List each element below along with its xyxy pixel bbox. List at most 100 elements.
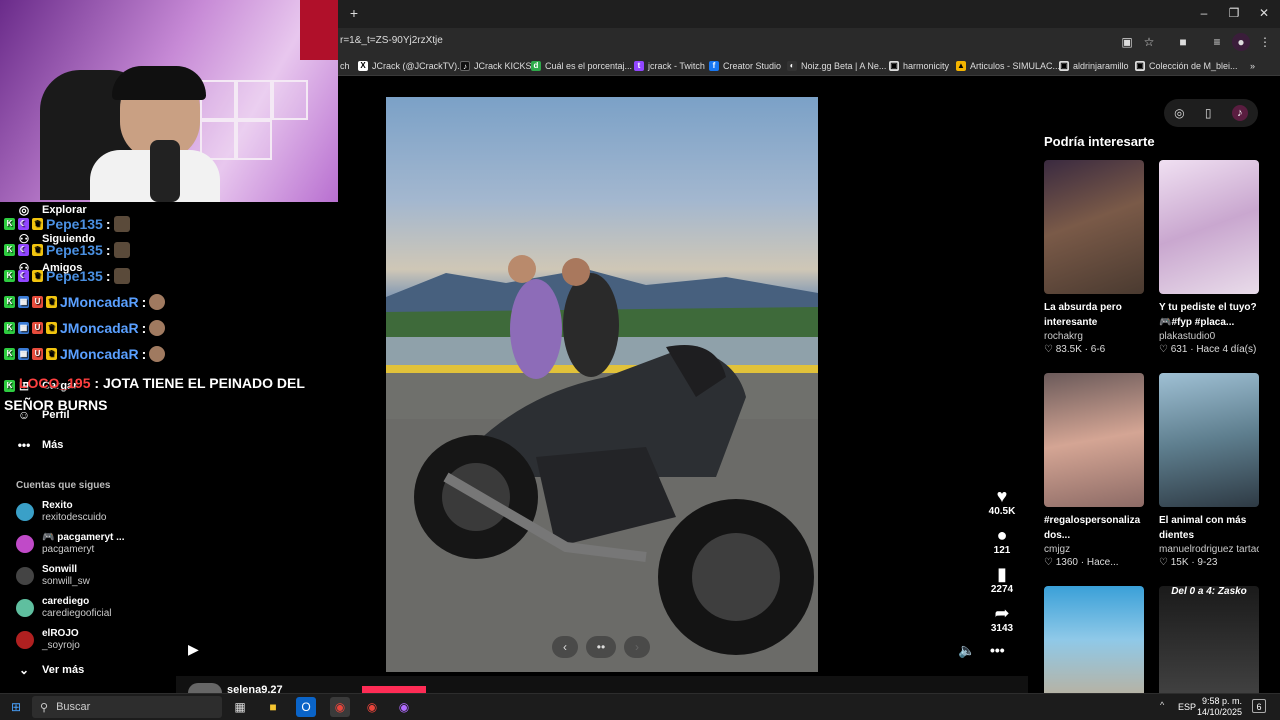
new-tab-button[interactable]: + xyxy=(346,5,362,21)
extensions-icon[interactable]: ■ xyxy=(1174,33,1192,51)
more-icon: ••• xyxy=(17,438,31,452)
notification-icon[interactable]: 6 xyxy=(1252,699,1266,713)
bookmark-item[interactable]: ♪ JCrack KICKS xyxy=(460,59,532,73)
profile-avatar-icon[interactable]: ● xyxy=(1232,33,1250,51)
emote-icon xyxy=(149,346,166,362)
recommended-video[interactable]: Del 0 a 4: Zasko xyxy=(1159,586,1259,693)
crown-badge-icon: ♛ xyxy=(46,322,57,334)
bookmark-item[interactable]: ◐ Noiz.gg Beta | A Ne... xyxy=(787,59,886,73)
carousel-next-button[interactable]: › xyxy=(624,636,650,658)
kick-badge-icon: K xyxy=(4,380,15,392)
like-count: 40.5K xyxy=(988,506,1016,517)
recommended-video[interactable] xyxy=(1044,586,1144,693)
bookmark-item[interactable]: ▣ harmonicity xyxy=(889,59,949,73)
bookmark-item[interactable]: f Creator Studio xyxy=(709,59,781,73)
recommended-video[interactable]: #regalospersonaliza dos... cmjgz ♡ 1360 … xyxy=(1044,373,1144,570)
followed-account[interactable]: carediego carediegooficial xyxy=(16,596,112,620)
follow-button[interactable] xyxy=(362,686,426,693)
bookmark-item[interactable]: ▲ Articulos - SIMULAC... xyxy=(956,59,1060,73)
crown-badge-icon: ♛ xyxy=(32,244,43,256)
chevron-up-icon[interactable]: ^ xyxy=(1160,700,1164,710)
task-view-icon[interactable]: ▦ xyxy=(230,697,250,717)
followed-account[interactable]: Sonwill sonwill_sw xyxy=(16,564,90,588)
recommendations-title: Podría interesarte xyxy=(1044,134,1155,149)
heart-icon: ♥ xyxy=(996,486,1008,506)
like-button[interactable]: ♥ 40.5K xyxy=(986,486,1018,518)
minimize-icon[interactable]: – xyxy=(1190,4,1218,22)
bookmark-icon: ▮ xyxy=(997,564,1007,584)
obs-icon[interactable]: ◉ xyxy=(362,697,382,717)
restore-icon[interactable]: ❐ xyxy=(1220,4,1248,22)
recommended-video[interactable]: Y tu pediste el tuyo? 🎮#fyp #placa... pl… xyxy=(1159,160,1259,357)
clock[interactable]: 9:58 p. m. 14/10/2025 xyxy=(1196,696,1242,718)
bookmark-item[interactable]: X JCrack (@JCrackTV)... xyxy=(358,59,465,73)
menu-kebab-icon[interactable]: ⋮ xyxy=(1256,33,1274,51)
language-indicator[interactable]: ESP xyxy=(1178,702,1196,712)
share-button[interactable]: ➦ 3143 xyxy=(986,603,1018,635)
video-thumbnail xyxy=(1159,373,1259,507)
tiktok-icon[interactable]: ♪ xyxy=(1231,105,1248,121)
sub-badge-icon: ☾ xyxy=(18,244,29,256)
carousel-controls: ‹ •• › xyxy=(552,636,652,658)
followed-account[interactable]: elROJO _soyrojo xyxy=(16,628,80,652)
bookmark-item[interactable]: ch xyxy=(340,59,350,73)
compass-icon[interactable]: ◎ xyxy=(1174,106,1184,120)
chat-message: K ☾ ♛ Pepe135: xyxy=(4,268,130,284)
followed-account[interactable]: 🎮 pacgameryt ... pacgameryt xyxy=(16,532,124,556)
video-thumbnail xyxy=(1044,160,1144,294)
see-more-link[interactable]: ⌄ Ver más xyxy=(16,662,84,678)
play-icon[interactable]: ▶ xyxy=(188,641,204,657)
phone-icon[interactable]: ▯ xyxy=(1205,106,1212,120)
taskbar-search[interactable]: ⚲ Buscar xyxy=(32,696,222,718)
windows-start-icon[interactable]: ⊞ xyxy=(6,697,26,717)
facebook-icon: f xyxy=(709,61,719,71)
comment-button[interactable]: ● 121 xyxy=(986,525,1018,557)
outlook-icon[interactable]: O xyxy=(296,697,316,717)
post-photo[interactable] xyxy=(386,97,818,672)
avatar xyxy=(16,631,34,649)
recommended-video[interactable]: La absurda pero interesante máquin... ro… xyxy=(1044,160,1144,357)
bookmark-icon: ▣ xyxy=(1059,61,1069,71)
close-icon[interactable]: ✕ xyxy=(1250,4,1278,22)
microphone xyxy=(150,140,180,202)
video-thumbnail xyxy=(1159,160,1259,294)
url-text[interactable]: r=1&_t=ZS-90Yj2rzXtje xyxy=(340,35,443,46)
save-button[interactable]: ▮ 2274 xyxy=(986,564,1018,596)
tiktok-icon: ♪ xyxy=(460,61,470,71)
bookmarks-overflow-button[interactable]: » xyxy=(1250,59,1255,73)
avatar xyxy=(188,683,222,693)
file-explorer-icon[interactable]: ■ xyxy=(263,697,283,717)
vip-badge-icon: U xyxy=(32,348,43,360)
crown-badge-icon: ♛ xyxy=(46,348,57,360)
kick-badge-icon: K xyxy=(4,348,15,360)
more-options-icon[interactable]: ••• xyxy=(990,642,1005,658)
volume-icon[interactable]: 🔈 xyxy=(958,642,975,659)
bookmark-item[interactable]: t jcrack - Twitch xyxy=(634,59,705,73)
bookmark-item[interactable]: ▣ Colección de M_blei... xyxy=(1135,59,1238,73)
bookmark-item[interactable]: d Cuál es el porcentaj... xyxy=(531,59,632,73)
bookmark-star-icon[interactable]: ☆ xyxy=(1140,33,1158,51)
search-icon: ⚲ xyxy=(40,701,49,714)
discord-icon[interactable]: ◉ xyxy=(394,697,414,717)
following-heading: Cuentas que sigues xyxy=(16,480,111,491)
carousel-dots: •• xyxy=(586,636,616,658)
cap xyxy=(112,66,206,100)
share-icon: ➦ xyxy=(994,603,1010,623)
chat-message: K ▦ U ♛ JMoncadaR: xyxy=(4,294,166,310)
motorcycle-photo xyxy=(386,255,818,672)
recommended-video[interactable]: El animal con más dientes manuelrodrigue… xyxy=(1159,373,1259,570)
chrome-icon[interactable]: ◉ xyxy=(330,697,350,717)
kick-badge-icon: K xyxy=(4,296,15,308)
emote-icon xyxy=(149,294,166,310)
cast-icon[interactable]: ▣ xyxy=(1118,33,1136,51)
media-icon[interactable]: ≡ xyxy=(1208,33,1226,51)
bookmark-item[interactable]: ▣ aldrinjaramillo xyxy=(1059,59,1129,73)
carousel-prev-button[interactable]: ‹ xyxy=(552,636,578,658)
video-thumbnail xyxy=(1044,373,1144,507)
chevron-down-icon: ⌄ xyxy=(18,663,30,677)
emote-icon xyxy=(149,320,166,336)
followed-account[interactable]: Rexito rexitodescuido xyxy=(16,500,106,524)
kick-badge-icon: K xyxy=(4,270,15,282)
sidebar-item-more[interactable]: ••• Más xyxy=(16,437,64,453)
kick-badge-icon: K xyxy=(4,244,15,256)
